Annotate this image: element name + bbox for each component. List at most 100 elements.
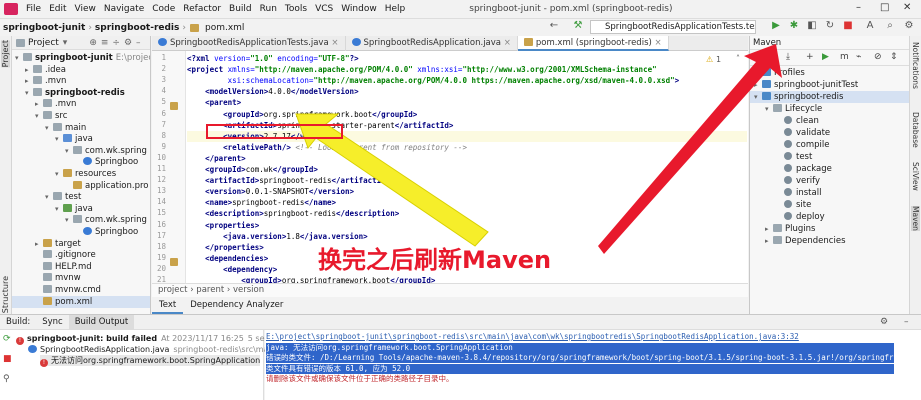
code-line[interactable]: <project xmlns="http://maven.apache.org/… [187,64,657,75]
database-tool-tab[interactable]: Database [911,112,920,148]
maven-tree-item[interactable]: ▾ springboot-redis [750,91,909,103]
code-line[interactable]: <version>0.0.1-SNAPSHOT</version> [187,186,354,197]
chevron-down-icon[interactable]: ▾ [35,110,43,122]
project-tool-tab[interactable]: Project [1,40,10,68]
breadcrumb-root[interactable]: springboot-junit [0,23,88,33]
project-panel-tools-icon[interactable]: ⊕≡÷⚙– [89,38,144,48]
build-tree-item[interactable]: ! springboot-junit: build failed At 2023/1… [16,333,304,345]
project-tree-item[interactable]: ▸ .mvn [25,75,66,87]
menu-item-help[interactable]: Help [381,4,410,14]
execute-goal-icon[interactable]: m [840,52,849,62]
stop-build-icon[interactable]: ■ [3,354,12,364]
warning-icon[interactable]: ⚠ [706,55,713,64]
tab-dependency-analyzer[interactable]: Dependency Analyzer [183,297,290,314]
project-tree-item[interactable]: ▸ target [35,238,81,250]
build-console[interactable]: E:\project\springboot-junit\springboot-r… [265,330,921,400]
maven-marker-icon[interactable] [170,258,178,266]
code-line[interactable]: <groupId>org.springframework.boot</group… [187,275,435,283]
debug-icon[interactable]: ✱ [788,20,800,32]
project-tree-item[interactable]: ▾ springboot-junitE:\project\springb [15,52,150,64]
chevron-down-icon[interactable]: ▾ [65,214,73,226]
menu-item-vcs[interactable]: VCS [311,4,337,14]
rebuild-icon[interactable]: ⟳ [3,334,11,344]
filter-icon[interactable]: ⚲ [3,374,10,384]
maven-tree-item[interactable]: ▸ Profiles [754,67,805,79]
profile-icon[interactable]: ↻ [824,20,836,32]
chevron-right-icon[interactable]: ▸ [765,235,773,247]
sciview-tool-tab[interactable]: SciView [911,162,920,191]
editor-tab[interactable]: SpringbootRedisApplication.java × [346,36,518,51]
menu-item-refactor[interactable]: Refactor [179,4,225,14]
stop-icon[interactable]: ■ [842,20,854,32]
chevron-down-icon[interactable]: ▾ [45,122,53,134]
project-tree-item[interactable]: Springboo [75,226,138,238]
close-icon[interactable]: ✕ [903,2,911,13]
minimize-icon[interactable]: – [856,2,861,13]
download-sources-icon[interactable]: ⤓ [786,52,790,62]
menu-item-tools[interactable]: Tools [281,4,311,14]
code-line[interactable]: <groupId>org.springframework.boot</group… [187,109,417,120]
chevron-right-icon[interactable]: ▸ [754,67,762,79]
maven-marker-icon[interactable] [170,102,178,110]
reload-all-maven-projects-icon[interactable]: ⟳ [754,52,762,62]
menu-item-build[interactable]: Build [225,4,256,14]
breadcrumb-file[interactable]: pom.xml [202,23,247,33]
menu-item-edit[interactable]: Edit [45,4,70,14]
project-tree-item[interactable]: ▾ springboot-redis [25,87,125,99]
code-line[interactable]: <name>springboot-redis</name> [187,197,336,208]
hide-build-icon[interactable]: – [904,317,909,327]
build-settings-icon[interactable]: ⚙ [880,317,888,327]
menu-item-window[interactable]: Window [337,4,381,14]
build-tree-item[interactable]: SpringbootRedisApplication.java springboo… [28,344,290,355]
editor-tab[interactable]: pom.xml (springboot-redis) × [517,36,669,51]
chevron-down-icon[interactable]: ▾ [45,191,53,203]
code-line[interactable]: <parent> [187,97,241,108]
chevron-up-icon[interactable]: ˄ [736,54,740,63]
project-tree-item[interactable]: ▾ java [55,133,93,145]
project-tree-item[interactable]: mvnw.cmd [35,284,101,296]
structure-tool-tab[interactable]: Structure [1,276,10,313]
notifications-tool-tab[interactable]: Notifications [911,42,920,89]
close-tab-icon[interactable]: × [329,38,338,48]
maven-tool-tab[interactable]: Maven [911,206,920,231]
generate-sources-icon[interactable]: ⎘ [770,52,777,62]
project-tree-item[interactable]: ▾ main [45,122,86,134]
maximize-icon[interactable]: □ [880,2,889,13]
maven-tree-item[interactable]: ▸ Plugins [765,223,815,235]
menu-item-run[interactable]: Run [256,4,281,14]
code-line[interactable]: <relativePath/> <!-- Lookup parent from … [187,142,467,153]
maven-tree-item[interactable]: install [776,187,821,199]
maven-tree-item[interactable]: clean [776,115,819,127]
toggle-offline-icon[interactable]: ⌁ [856,52,861,62]
tab-build-output[interactable]: Build Output [68,314,135,330]
hammer-icon[interactable]: ⚒ [572,20,584,32]
breadcrumb-module[interactable]: springboot-redis [92,23,182,33]
code-line[interactable]: <artifactId>springboot-redis</artifactId… [187,175,390,186]
project-tree-item[interactable]: ▸ .idea [25,64,66,76]
maven-tree-item[interactable]: validate [776,127,830,139]
maven-tree-item[interactable]: compile [776,139,830,151]
chevron-right-icon[interactable]: ▸ [25,64,33,76]
project-tree-item[interactable]: Springboo [75,156,138,168]
menu-item-code[interactable]: Code [148,4,179,14]
maven-tree-item[interactable]: test [776,151,812,163]
run-maven-build-icon[interactable]: ▶ [822,52,829,62]
code-line[interactable]: <groupId>com.wk</groupId> [187,164,318,175]
project-tree-item[interactable]: ▸ .mvn [35,98,76,110]
code-line[interactable]: </parent> [187,153,246,164]
maven-tree-item[interactable]: deploy [776,211,825,223]
chevron-down-icon[interactable]: ▾ [65,145,73,157]
menu-item-file[interactable]: File [22,4,45,14]
error-location-link[interactable]: E:\project\springboot-junit\springboot-r… [266,332,799,342]
project-tree-item[interactable]: pom.xml [12,295,150,308]
skip-tests-icon[interactable]: ⊘ [874,52,882,62]
back-icon[interactable]: ← [548,20,560,32]
code-line[interactable]: <?xml version="1.0" encoding="UTF-8"?> [187,53,359,64]
code-line[interactable]: xsi:schemaLocation="http://maven.apache.… [187,75,680,86]
chevron-right-icon[interactable]: ▸ [35,238,43,250]
chevron-right-icon[interactable]: ▸ [35,98,43,110]
project-tree-item[interactable]: ▾ java [55,203,93,215]
build-tree-item[interactable]: ! 无法访问org.springframework.boot.SpringAppl… [40,355,261,367]
project-tree-item[interactable]: ▾ com.wk.spring [65,145,147,157]
maven-tree-item[interactable]: ▸ springboot-junitTest [754,79,858,91]
